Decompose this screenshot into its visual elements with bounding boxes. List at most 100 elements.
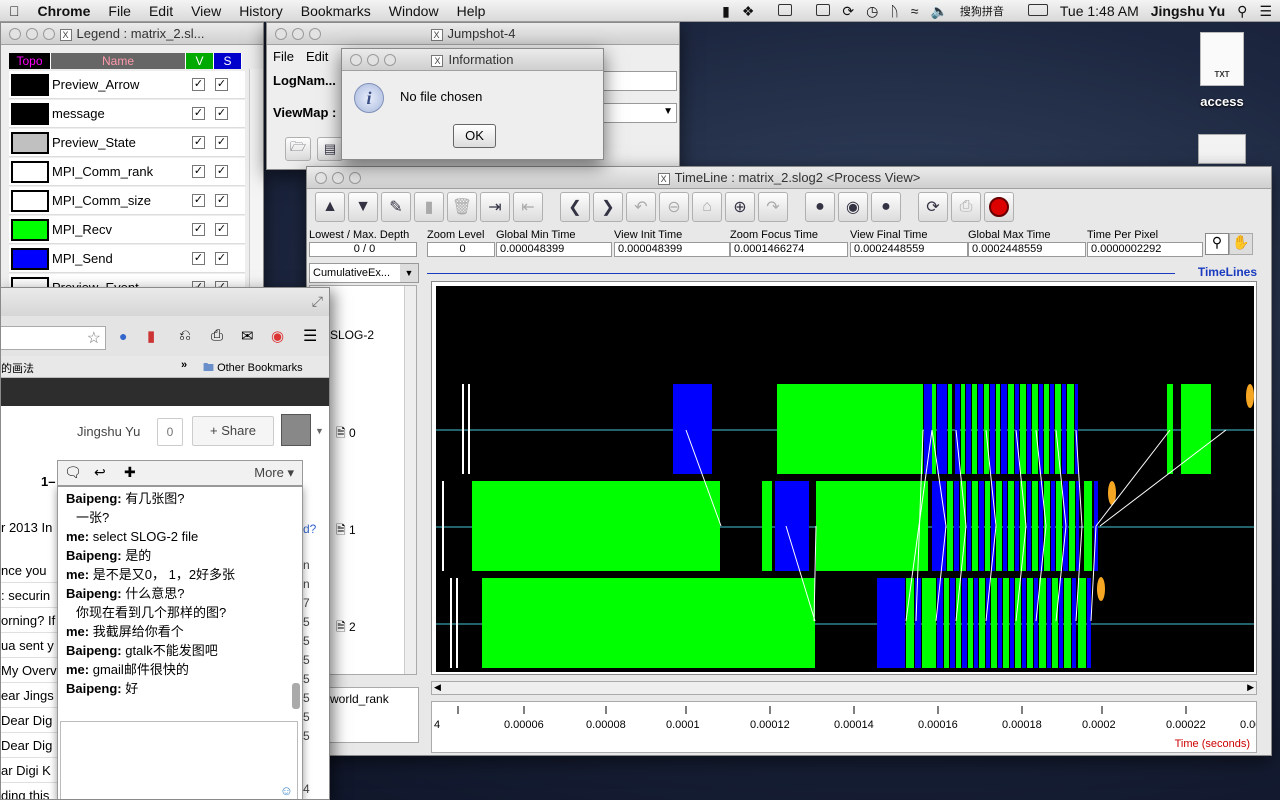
notification-icon[interactable]: ☰ [1259,3,1272,20]
global-max-value[interactable]: 0.0002448559 [968,242,1086,257]
chat-input[interactable]: ☺ [60,721,298,799]
legend-row[interactable]: MPI_Recv ✓ ✓ [9,216,245,244]
menu-history[interactable]: History [230,3,292,19]
visible-checkbox[interactable]: ✓ [192,165,205,178]
time-per-pixel-value[interactable]: 0.0000002292 [1087,242,1203,257]
topo-header[interactable]: Topo [9,53,51,69]
menu-window[interactable]: Window [380,3,448,19]
call-icon[interactable]: ↩ [94,464,106,481]
searchable-checkbox[interactable]: ✓ [215,252,228,265]
account-name[interactable]: Jingshu Yu [77,424,140,439]
legend-row[interactable]: message ✓ ✓ [9,100,245,128]
chat-bubble-icon[interactable]: 🗨 [64,464,82,481]
mail-row[interactable]: orning? If [1,608,57,633]
move-up-icon[interactable]: ▲ [315,192,345,222]
jumpshot-titlebar[interactable]: X Jumpshot-4 [267,23,679,45]
extension-phone-icon[interactable]: ⎌ [179,327,191,344]
bluetooth-icon[interactable]: ᚢ [890,3,898,19]
bookmark-icon[interactable]: ▮ [722,3,730,20]
menu-help[interactable]: Help [448,3,495,19]
chevron-more-icon[interactable]: » [181,359,187,371]
mail-row[interactable]: : securin [1,583,57,608]
jumpshot-menu-edit[interactable]: Edit [306,49,328,64]
volume-icon[interactable]: 🔈 [930,3,947,20]
tree-rank-2[interactable]: 🗎 2 [336,618,356,639]
refresh-icon[interactable]: ⟳ [918,192,948,222]
spotlight-icon[interactable]: ⚲ [1237,3,1247,20]
other-bookmarks[interactable]: 🖿 Other Bookmarks [203,359,303,378]
legend-scrollbar[interactable] [249,69,263,291]
tree-rank-0[interactable]: 🗎 0 [336,424,356,445]
visible-checkbox[interactable]: ✓ [192,107,205,120]
tree-scrollbar[interactable] [404,286,416,674]
input-method-label[interactable]: 搜狗拼音 [960,3,1004,19]
scroll-right-icon[interactable]: ❯ [593,192,623,222]
mail-row[interactable]: ar Digi K [1,758,57,783]
chevron-down-icon[interactable]: ▼ [315,426,324,436]
legend-row[interactable]: MPI_Comm_size ✓ ✓ [9,187,245,215]
time-machine-icon[interactable]: ◷ [866,3,878,20]
searchable-checkbox[interactable]: ✓ [215,107,228,120]
redo-icon[interactable]: ↷ [758,192,788,222]
user-name[interactable]: Jingshu Yu [1151,3,1225,19]
display-icon[interactable] [766,3,793,19]
ok-button[interactable]: OK [453,124,496,148]
view-final-value[interactable]: 0.0002448559 [850,242,968,257]
menu-file[interactable]: File [99,3,140,19]
mail-row[interactable]: Dear Dig [1,733,57,758]
wifi-icon[interactable]: ≈ [911,3,919,19]
info-titlebar[interactable]: X Information [342,49,603,71]
mail-row[interactable]: ding this [1,783,57,799]
visible-checkbox[interactable]: ✓ [192,252,205,265]
mail-row[interactable]: ua sent y [1,633,57,658]
searchable-checkbox[interactable]: ✓ [215,165,228,178]
apple-icon[interactable]:  [0,3,29,19]
timeline-canvas[interactable] [436,286,1254,672]
extension-globe-icon[interactable]: ● [119,328,127,344]
scroll-right-arrow-icon[interactable]: ▶ [1247,682,1254,693]
searchable-header[interactable]: S [214,53,242,69]
clock[interactable]: Tue 1:48 AM [1060,3,1139,19]
world-rank-label[interactable]: world_rank [330,692,389,706]
zoom-level-value[interactable]: 0 [427,242,495,257]
dropbox-icon[interactable]: ❖ [742,3,755,20]
visible-checkbox[interactable]: ✓ [192,136,205,149]
legend-row[interactable]: Preview_State ✓ ✓ [9,129,245,157]
visible-checkbox[interactable]: ✓ [192,78,205,91]
name-header[interactable]: Name [51,53,186,69]
paste-icon[interactable]: ▮ [414,192,444,222]
desktop-file-access[interactable]: TXT access [1192,32,1252,109]
search-forward-icon[interactable]: ● [871,192,901,222]
avatar[interactable] [281,414,311,446]
legend-swatch[interactable] [11,247,49,270]
search-back-icon[interactable]: ● [805,192,835,222]
depth-value[interactable]: 0 / 0 [309,242,417,257]
zoom-out-icon[interactable]: ⊖ [659,192,689,222]
star-icon[interactable]: ☆ [87,328,101,348]
share-button[interactable]: + Share [192,416,274,446]
move-down-icon[interactable]: ▼ [348,192,378,222]
print-icon[interactable]: ⎙ [951,192,981,222]
convert-icon[interactable]: ▤ [317,137,343,161]
menu-view[interactable]: View [182,3,230,19]
mail-row[interactable]: My Overv [1,658,57,683]
tree-root-label[interactable]: SLOG-2 [330,328,374,342]
visible-checkbox[interactable]: ✓ [192,223,205,236]
mail-row[interactable]: ear Jings [1,683,57,708]
legend-swatch[interactable] [11,160,49,183]
hand-icon[interactable]: ✋ [1229,233,1253,255]
plus-count[interactable]: 0 [157,418,183,446]
stop-icon[interactable] [984,192,1014,222]
expand-icon[interactable]: ⇥ [480,192,510,222]
extension-mail-icon[interactable]: ✉ [241,327,254,345]
zoom-focus-value[interactable]: 0.0001466274 [730,242,848,257]
menu-edit[interactable]: Edit [140,3,182,19]
viewmap-select[interactable]: ▼ [597,103,677,123]
legend-row[interactable]: MPI_Send ✓ ✓ [9,245,245,273]
timeline-hscrollbar[interactable]: ◀ ▶ [431,681,1257,695]
battery-icon[interactable] [1016,3,1048,19]
searchable-checkbox[interactable]: ✓ [215,78,228,91]
menu-app-name[interactable]: Chrome [29,3,100,19]
tree-select[interactable]: CumulativeEx... ▼ [309,263,419,283]
mail-row[interactable]: nce you [1,558,57,583]
